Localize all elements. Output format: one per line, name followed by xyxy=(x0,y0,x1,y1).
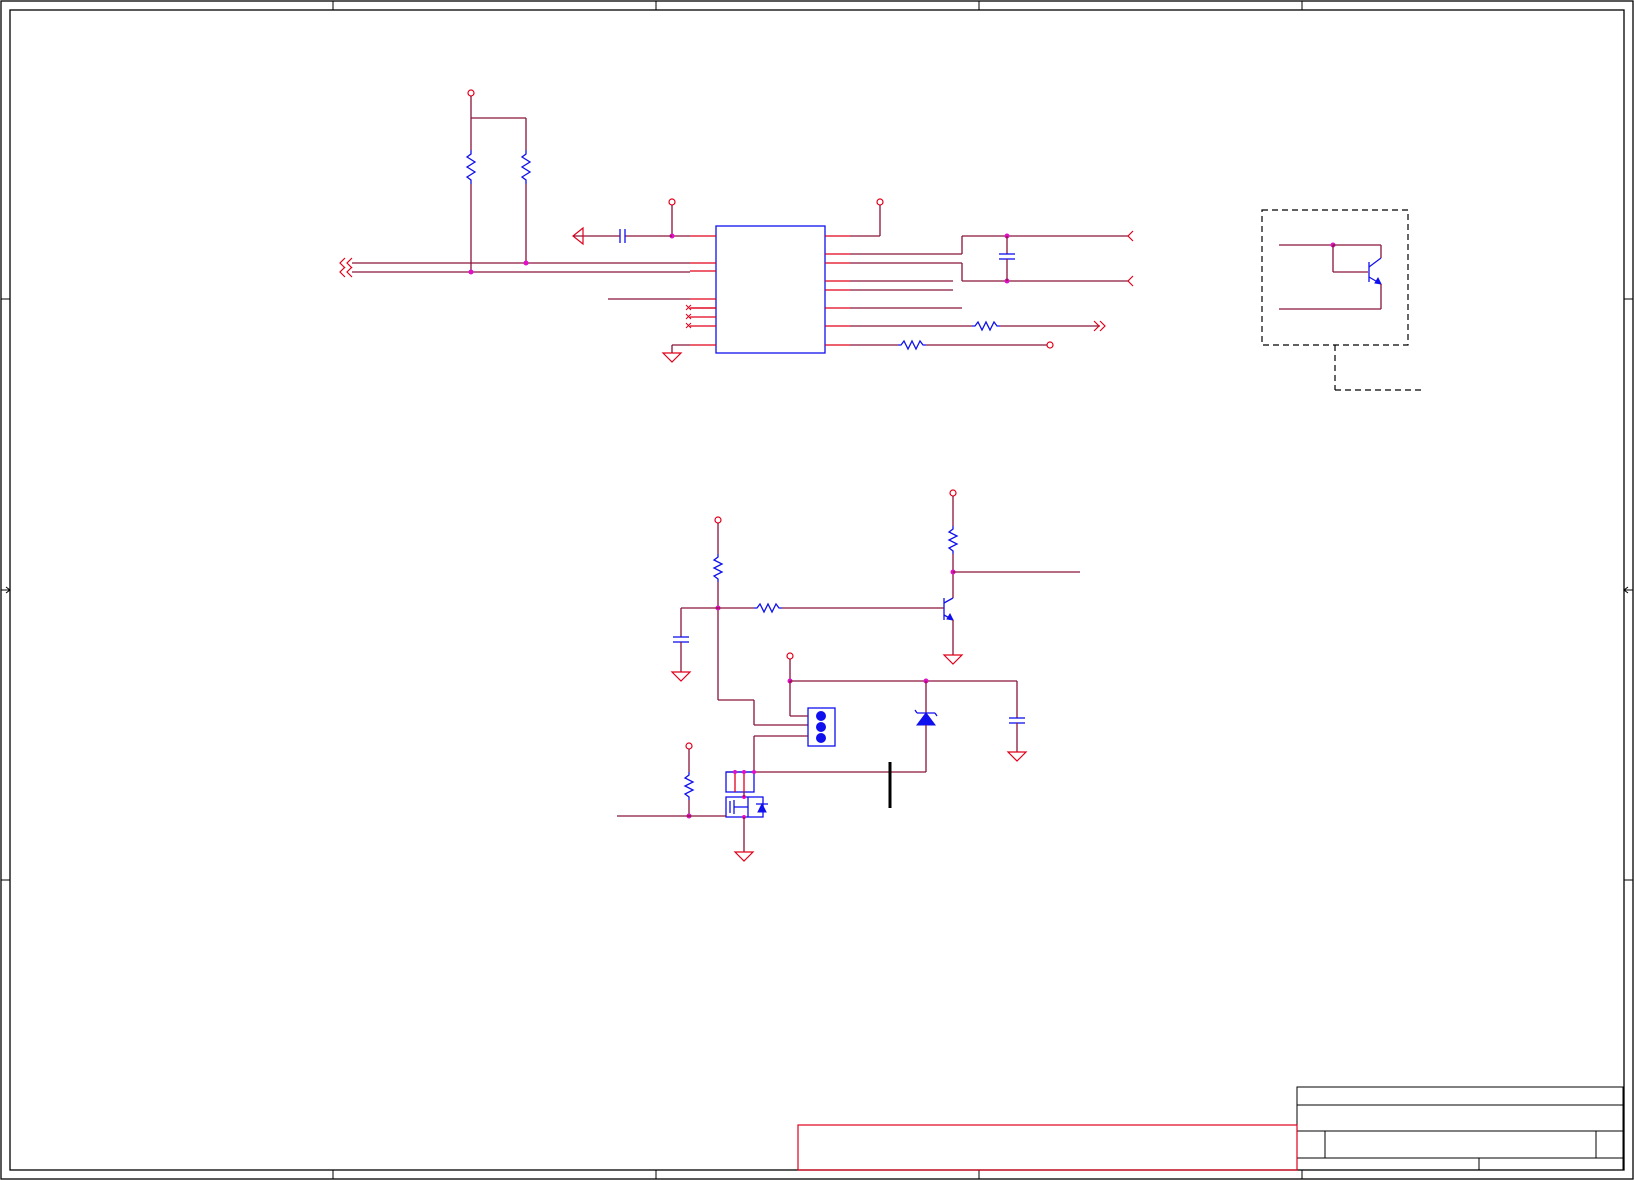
resistor-series-2[interactable] xyxy=(898,339,926,351)
ground-symbol-mosfet[interactable] xyxy=(733,851,755,862)
resistor-pullup-2[interactable] xyxy=(520,150,532,184)
zener-diode[interactable] xyxy=(914,681,938,772)
power-port-ic-right[interactable] xyxy=(876,198,884,236)
capacitor-output-filter[interactable] xyxy=(1009,717,1025,724)
ground-symbol-switch[interactable] xyxy=(942,654,964,665)
mosfet-relay-section xyxy=(617,652,1028,862)
power-port-gate-pullup[interactable] xyxy=(685,742,693,772)
sheet-frame xyxy=(0,0,1634,1180)
capacitor-output[interactable] xyxy=(999,253,1015,260)
title-block xyxy=(1296,1086,1624,1171)
off-page-connector-left[interactable] xyxy=(339,257,353,278)
transistor-switch-section xyxy=(670,489,1080,700)
ground-symbol-ic[interactable] xyxy=(661,352,683,363)
power-port-pullup[interactable] xyxy=(467,89,475,118)
npn-transistor-reference[interactable] xyxy=(1368,257,1382,285)
npn-transistor-switch[interactable] xyxy=(943,597,954,621)
ic-u1[interactable] xyxy=(715,225,826,354)
power-port-ic-vcc[interactable] xyxy=(668,198,676,236)
ground-symbol-output-cap[interactable] xyxy=(1006,751,1028,762)
revision-notes-box xyxy=(797,1124,1298,1171)
power-port-switch-collector[interactable] xyxy=(949,489,957,526)
driver-ic-section xyxy=(339,89,1134,363)
resistor-gate-pullup[interactable] xyxy=(683,772,695,800)
mosfet-drain-pins xyxy=(725,770,756,793)
schematic-sheet xyxy=(0,0,1634,1180)
resistor-base-pullup[interactable] xyxy=(712,554,724,582)
three-pin-connector[interactable] xyxy=(807,707,836,747)
resistor-series-1[interactable] xyxy=(972,320,1000,332)
resistor-collector[interactable] xyxy=(947,526,959,554)
capacitor-base-filter[interactable] xyxy=(673,636,689,643)
test-point[interactable] xyxy=(1046,341,1054,349)
capacitor-decoupling[interactable] xyxy=(619,229,626,243)
resistor-base-series[interactable] xyxy=(754,602,782,614)
ground-symbol-base-cap[interactable] xyxy=(670,671,692,682)
power-port-base-pullup[interactable] xyxy=(714,516,722,554)
reference-transistor-box xyxy=(1261,209,1423,391)
off-page-connector-right-1[interactable] xyxy=(1127,230,1134,242)
n-mosfet[interactable] xyxy=(725,795,768,819)
power-port-connector[interactable] xyxy=(786,652,794,681)
resistor-pullup-1[interactable] xyxy=(465,150,477,184)
off-page-connector-right-2[interactable] xyxy=(1127,275,1134,287)
